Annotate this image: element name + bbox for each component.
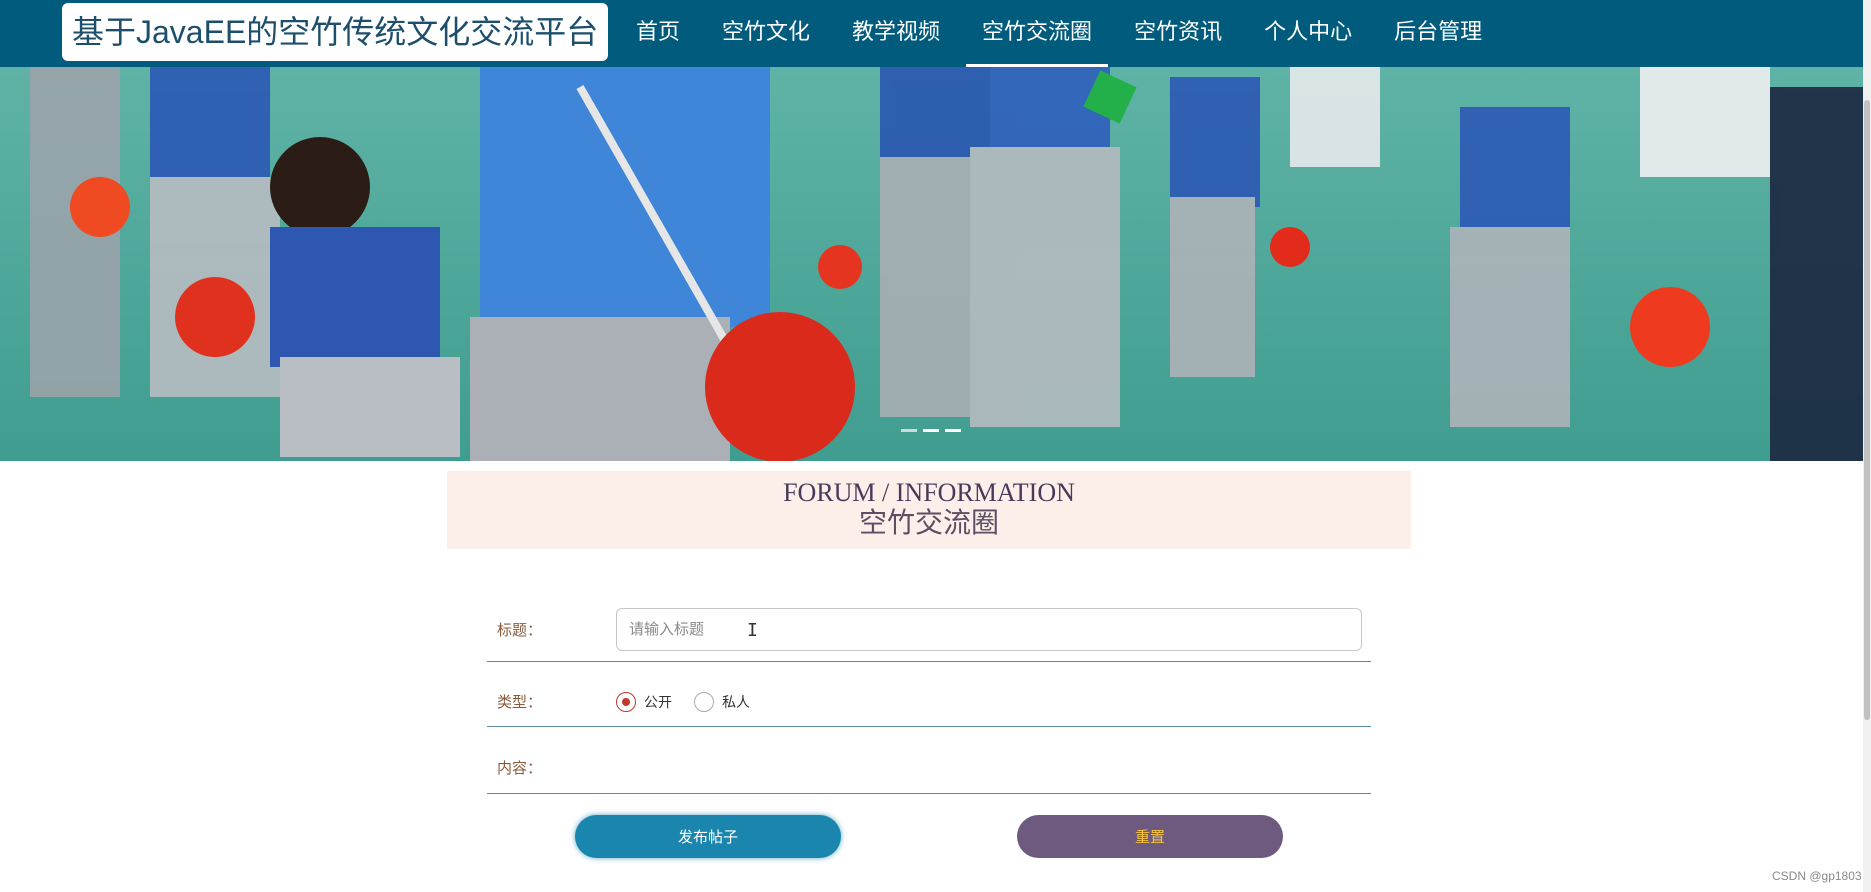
content-label: 内容：	[497, 760, 543, 777]
section-header: FORUM / INFORMATION 空竹交流圈	[447, 471, 1411, 549]
nav-admin[interactable]: 后台管理	[1378, 0, 1498, 67]
nav-home[interactable]: 首页	[620, 0, 696, 67]
radio-private-label[interactable]: 私人	[722, 692, 750, 712]
title-label: 标题：	[497, 622, 543, 639]
nav-personal-center[interactable]: 个人中心	[1248, 0, 1368, 67]
scrollbar-thumb[interactable]	[1864, 100, 1870, 720]
watermark: CSDN @gp1803	[1772, 869, 1862, 883]
submit-post-button[interactable]: 发布帖子	[575, 815, 841, 858]
text-cursor-icon: I	[747, 620, 758, 641]
nav-kongzhu-culture[interactable]: 空竹文化	[706, 0, 826, 67]
type-row: 类型： 公开 私人	[487, 662, 1371, 727]
radio-public-label[interactable]: 公开	[644, 692, 672, 712]
main-nav: 首页 空竹文化 教学视频 空竹交流圈 空竹资讯 个人中心 后台管理	[620, 0, 1508, 67]
site-title[interactable]: 基于JavaEE的空竹传统文化交流平台	[62, 3, 609, 61]
top-navbar: 基于JavaEE的空竹传统文化交流平台 首页 空竹文化 教学视频 空竹交流圈 空…	[0, 0, 1871, 67]
content-editor[interactable]	[616, 735, 1362, 785]
banner-carousel[interactable]	[0, 67, 1863, 461]
type-radio-group: 公开 私人	[616, 692, 772, 712]
section-title-cn: 空竹交流圈	[858, 508, 999, 539]
reset-button[interactable]: 重置	[1017, 815, 1283, 858]
nav-forum[interactable]: 空竹交流圈	[966, 0, 1109, 67]
indicator-dot[interactable]	[945, 429, 961, 432]
indicator-dot[interactable]	[923, 429, 939, 432]
page-scrollbar[interactable]	[1863, 0, 1871, 892]
carousel-indicators	[901, 429, 961, 432]
section-title-en: FORUM / INFORMATION	[783, 478, 1075, 507]
radio-public[interactable]	[616, 692, 636, 712]
indicator-dot[interactable]	[901, 429, 917, 432]
radio-private[interactable]	[694, 692, 714, 712]
title-input[interactable]	[616, 608, 1362, 651]
title-row: 标题：	[487, 598, 1371, 662]
nav-news[interactable]: 空竹资讯	[1118, 0, 1238, 67]
banner-image	[0, 67, 1863, 461]
content-row: 内容：	[487, 727, 1371, 794]
nav-teaching-videos[interactable]: 教学视频	[836, 0, 956, 67]
type-label: 类型：	[497, 694, 543, 711]
